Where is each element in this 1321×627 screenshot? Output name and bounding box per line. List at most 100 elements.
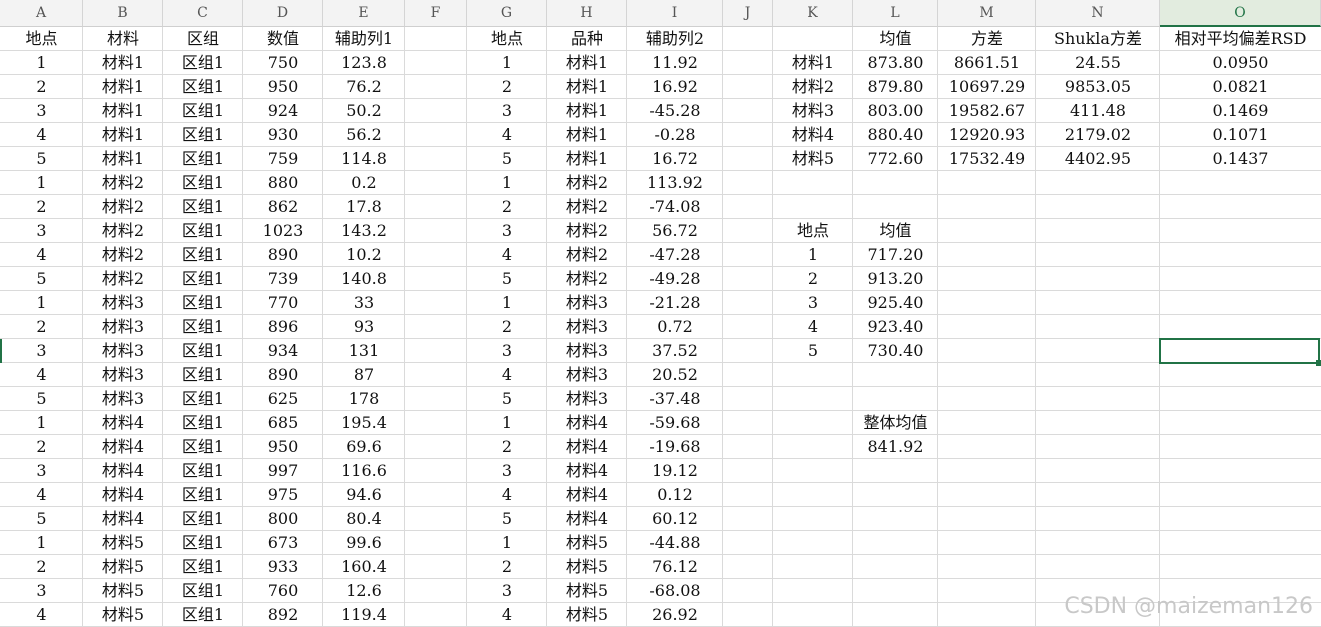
left-table-cell[interactable]: 76.2 bbox=[323, 75, 405, 99]
location-table-header[interactable]: 地点 bbox=[773, 219, 853, 243]
column-header-g[interactable]: G bbox=[467, 0, 547, 27]
left-table-cell[interactable]: 116.6 bbox=[323, 459, 405, 483]
middle-table-cell[interactable]: 材料5 bbox=[547, 555, 627, 579]
left-table-cell[interactable]: 87 bbox=[323, 363, 405, 387]
stats-table-cell[interactable]: 12920.93 bbox=[938, 123, 1036, 147]
fill-handle[interactable] bbox=[1316, 360, 1321, 366]
left-table-cell[interactable]: 材料1 bbox=[83, 123, 163, 147]
left-table-cell[interactable]: 2 bbox=[0, 75, 83, 99]
column-header-o[interactable]: O bbox=[1160, 0, 1321, 27]
middle-table-cell[interactable]: -49.28 bbox=[627, 267, 723, 291]
left-table-cell[interactable]: 195.4 bbox=[323, 411, 405, 435]
stats-table-cell[interactable]: 873.80 bbox=[853, 51, 938, 75]
left-table-cell[interactable]: 区组1 bbox=[163, 123, 243, 147]
left-table-cell[interactable]: 69.6 bbox=[323, 435, 405, 459]
middle-table-cell[interactable]: 4 bbox=[467, 603, 547, 627]
column-header-i[interactable]: I bbox=[627, 0, 723, 27]
left-table-cell[interactable]: 770 bbox=[243, 291, 323, 315]
left-table-cell[interactable]: 880 bbox=[243, 171, 323, 195]
middle-table-cell[interactable]: 2 bbox=[467, 435, 547, 459]
stats-table-cell[interactable]: 2179.02 bbox=[1036, 123, 1160, 147]
left-table-cell[interactable]: 975 bbox=[243, 483, 323, 507]
middle-table-cell[interactable]: 0.12 bbox=[627, 483, 723, 507]
left-table-cell[interactable]: 4 bbox=[0, 123, 83, 147]
middle-table-cell[interactable]: 2 bbox=[467, 195, 547, 219]
left-table-cell[interactable]: 材料1 bbox=[83, 99, 163, 123]
middle-table-cell[interactable]: -37.48 bbox=[627, 387, 723, 411]
middle-table-cell[interactable]: -45.28 bbox=[627, 99, 723, 123]
left-table-cell[interactable]: 119.4 bbox=[323, 603, 405, 627]
left-table-cell[interactable]: 材料3 bbox=[83, 363, 163, 387]
left-table-cell[interactable]: 材料4 bbox=[83, 459, 163, 483]
left-table-cell[interactable]: 1 bbox=[0, 291, 83, 315]
left-table-cell[interactable]: 材料5 bbox=[83, 603, 163, 627]
left-table-cell[interactable]: 5 bbox=[0, 507, 83, 531]
middle-table-cell[interactable]: 5 bbox=[467, 387, 547, 411]
stats-table-cell[interactable]: 0.1071 bbox=[1160, 123, 1321, 147]
left-table-cell[interactable]: 17.8 bbox=[323, 195, 405, 219]
stats-table-cell[interactable]: 10697.29 bbox=[938, 75, 1036, 99]
stats-table-cell[interactable]: 材料2 bbox=[773, 75, 853, 99]
left-table-cell[interactable]: 890 bbox=[243, 363, 323, 387]
location-table-cell[interactable]: 3 bbox=[773, 291, 853, 315]
stats-table-cell[interactable]: 材料1 bbox=[773, 51, 853, 75]
left-table-cell[interactable]: 4 bbox=[0, 603, 83, 627]
column-header-a[interactable]: A bbox=[0, 0, 83, 27]
left-table-cell[interactable]: 材料3 bbox=[83, 315, 163, 339]
stats-table-cell[interactable]: 0.1469 bbox=[1160, 99, 1321, 123]
left-table-header[interactable]: 区组 bbox=[163, 27, 243, 51]
left-table-cell[interactable]: 区组1 bbox=[163, 579, 243, 603]
left-table-cell[interactable]: 2 bbox=[0, 555, 83, 579]
middle-table-cell[interactable]: -68.08 bbox=[627, 579, 723, 603]
left-table-cell[interactable]: 材料1 bbox=[83, 51, 163, 75]
left-table-cell[interactable]: 890 bbox=[243, 243, 323, 267]
middle-table-cell[interactable]: 材料1 bbox=[547, 75, 627, 99]
location-table-cell[interactable]: 717.20 bbox=[853, 243, 938, 267]
left-table-cell[interactable]: 区组1 bbox=[163, 51, 243, 75]
left-table-cell[interactable]: 930 bbox=[243, 123, 323, 147]
left-table-cell[interactable]: 1 bbox=[0, 171, 83, 195]
middle-table-cell[interactable]: 113.92 bbox=[627, 171, 723, 195]
column-header-m[interactable]: M bbox=[938, 0, 1036, 27]
left-table-cell[interactable]: 800 bbox=[243, 507, 323, 531]
column-header-e[interactable]: E bbox=[323, 0, 405, 27]
middle-table-cell[interactable]: -0.28 bbox=[627, 123, 723, 147]
left-table-cell[interactable]: 123.8 bbox=[323, 51, 405, 75]
left-table-cell[interactable]: 625 bbox=[243, 387, 323, 411]
left-table-cell[interactable]: 2 bbox=[0, 195, 83, 219]
middle-table-cell[interactable]: 4 bbox=[467, 363, 547, 387]
left-table-cell[interactable]: 3 bbox=[0, 459, 83, 483]
left-table-cell[interactable]: 50.2 bbox=[323, 99, 405, 123]
middle-table-header[interactable]: 地点 bbox=[467, 27, 547, 51]
middle-table-cell[interactable]: 材料3 bbox=[547, 315, 627, 339]
middle-table-cell[interactable]: 4 bbox=[467, 123, 547, 147]
middle-table-cell[interactable]: 60.12 bbox=[627, 507, 723, 531]
middle-table-cell[interactable]: 20.52 bbox=[627, 363, 723, 387]
middle-table-cell[interactable]: 37.52 bbox=[627, 339, 723, 363]
middle-table-cell[interactable]: 材料5 bbox=[547, 579, 627, 603]
location-table-cell[interactable]: 925.40 bbox=[853, 291, 938, 315]
middle-table-cell[interactable]: 56.72 bbox=[627, 219, 723, 243]
stats-table-cell[interactable]: 879.80 bbox=[853, 75, 938, 99]
location-table-cell[interactable]: 5 bbox=[773, 339, 853, 363]
location-table-cell[interactable]: 923.40 bbox=[853, 315, 938, 339]
column-header-d[interactable]: D bbox=[243, 0, 323, 27]
location-table-cell[interactable]: 2 bbox=[773, 267, 853, 291]
stats-table-cell[interactable]: 材料3 bbox=[773, 99, 853, 123]
left-table-cell[interactable]: 5 bbox=[0, 267, 83, 291]
stats-table-header[interactable] bbox=[773, 27, 853, 51]
left-table-cell[interactable]: 896 bbox=[243, 315, 323, 339]
middle-table-header[interactable]: 辅助列2 bbox=[627, 27, 723, 51]
left-table-cell[interactable]: 材料2 bbox=[83, 243, 163, 267]
left-table-cell[interactable]: 区组1 bbox=[163, 387, 243, 411]
left-table-cell[interactable]: 材料3 bbox=[83, 291, 163, 315]
stats-table-cell[interactable]: 9853.05 bbox=[1036, 75, 1160, 99]
middle-table-cell[interactable]: 3 bbox=[467, 459, 547, 483]
stats-table-cell[interactable]: 411.48 bbox=[1036, 99, 1160, 123]
left-table-cell[interactable]: 区组1 bbox=[163, 219, 243, 243]
middle-table-cell[interactable]: 2 bbox=[467, 555, 547, 579]
column-header-l[interactable]: L bbox=[853, 0, 938, 27]
left-table-cell[interactable]: 材料4 bbox=[83, 507, 163, 531]
left-table-cell[interactable]: 材料1 bbox=[83, 147, 163, 171]
middle-table-cell[interactable]: 材料4 bbox=[547, 435, 627, 459]
